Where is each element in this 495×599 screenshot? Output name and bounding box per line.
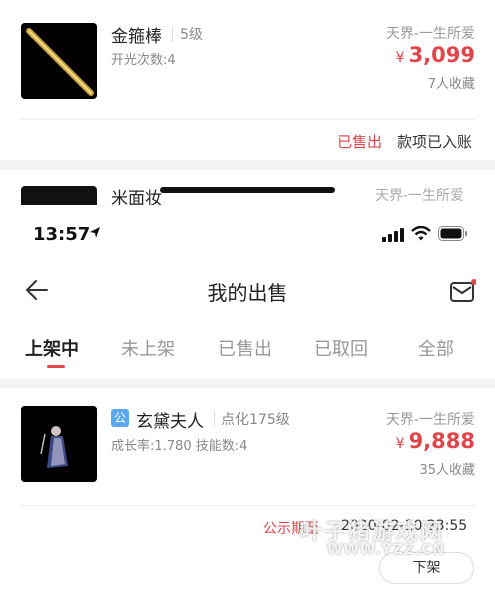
tab-listed[interactable]: 上架中 [25,335,79,361]
favorites-count: 35人收藏 [419,463,475,478]
server-name: 天界-一生所爱 [385,26,475,42]
wifi-icon [411,225,431,246]
previous-listing-card: 金箍棒 5级 开光次数:4 天界-一生所爱 ¥3,099 7人收藏 已售出 款项… [0,0,495,205]
mail-icon[interactable] [450,279,477,307]
divider [172,26,173,42]
tab-active-indicator [47,365,65,368]
item-attr: 开光次数:4 [111,53,176,68]
my-sales-screen: 13:57 我的出售 上架中 未上架 已售出 已取回 全部 公 玄黛夫人 点化1… [0,205,495,599]
item-grade: 点化175级 [221,412,290,428]
item-name: 玄黛夫人 [136,412,204,432]
public-badge: 公 [111,409,129,427]
watermark-url: WWW.YZZ.CN [327,542,446,558]
item-grade: 5级 [180,27,203,43]
location-arrow-icon [89,225,101,244]
sold-status: 已售出 [337,133,383,151]
battery-icon [438,226,468,245]
favorites-count: 7人收藏 [427,77,475,92]
section-gap [0,160,495,170]
price: ¥9,888 [396,429,475,453]
item-name: 金箍棒 [111,27,162,47]
status-time: 13:57 [33,224,91,245]
home-indicator [160,187,335,193]
tab-sold[interactable]: 已售出 [218,335,272,361]
row-divider [20,119,475,120]
tab-retrieved[interactable]: 已取回 [314,335,368,361]
tab-all[interactable]: 全部 [418,335,454,361]
server-name: 天界-一生所爱 [375,188,465,204]
page-title: 我的出售 [207,281,288,305]
item-name: 米面妆 [111,189,162,205]
item-thumbnail [21,23,97,99]
item-thumbnail [21,406,97,482]
price-value: 9,888 [408,429,475,453]
signal-icon [382,227,406,246]
server-name: 天界-一生所爱 [385,412,475,428]
payment-status: 款项已入账 [397,133,473,151]
item-attrs: 成长率:1.780 技能数:4 [111,439,248,454]
section-gap [0,379,495,388]
price-currency: ¥ [395,436,405,452]
row-divider [20,505,475,506]
price-currency: ¥ [395,50,405,66]
listing-card[interactable]: 公 玄黛夫人 点化175级 成长率:1.780 技能数:4 天界-一生所爱 ¥9… [0,388,495,599]
divider [214,411,215,427]
item-thumbnail [21,186,97,205]
price: ¥3,099 [396,43,475,67]
price-value: 3,099 [408,43,475,67]
tab-unlisted[interactable]: 未上架 [121,335,175,361]
